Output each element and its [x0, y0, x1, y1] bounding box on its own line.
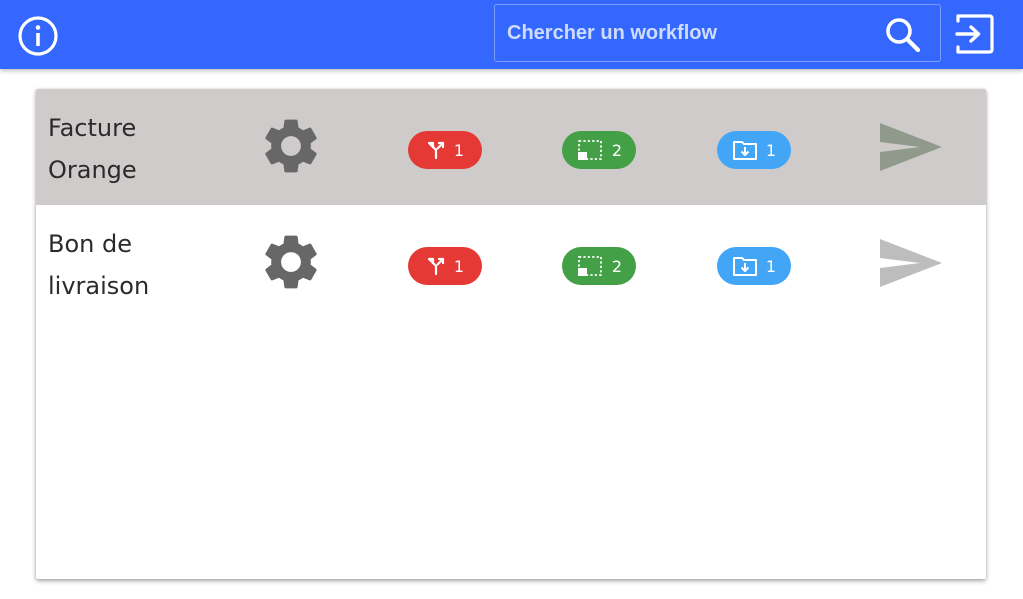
zones-chip[interactable]: 2 [562, 247, 636, 285]
top-app-bar [0, 0, 1023, 69]
selection-zone-icon [577, 140, 602, 160]
send-icon[interactable] [876, 235, 944, 291]
workflow-name: Bon de livraison [48, 230, 150, 300]
logout-button[interactable] [952, 12, 996, 56]
info-circle-icon [18, 16, 58, 56]
send-icon[interactable] [876, 119, 944, 175]
branches-count: 1 [453, 256, 465, 276]
search-button[interactable] [883, 15, 923, 55]
workflow-list: Facture Orange 1 2 1 Bon de livraison 1 … [36, 89, 986, 579]
selection-zone-icon [577, 256, 602, 276]
imports-chip[interactable]: 1 [717, 131, 791, 169]
call-split-icon [427, 257, 445, 276]
imports-chip[interactable]: 1 [717, 247, 791, 285]
branches-count: 1 [453, 140, 465, 160]
zones-count: 2 [611, 140, 623, 160]
zones-count: 2 [611, 256, 623, 276]
imports-count: 1 [765, 140, 777, 160]
folder-download-icon [732, 257, 757, 276]
zones-chip[interactable]: 2 [562, 131, 636, 169]
branches-chip[interactable]: 1 [408, 131, 482, 169]
call-split-icon [427, 141, 445, 160]
info-button[interactable] [16, 14, 60, 58]
search-box [494, 4, 941, 62]
search-input[interactable] [495, 5, 875, 61]
workflow-name: Facture Orange [48, 114, 137, 184]
gear-icon[interactable] [258, 113, 324, 179]
logout-icon [955, 14, 994, 54]
workflow-row[interactable]: Bon de livraison 1 2 1 [36, 205, 986, 321]
search-icon [886, 18, 921, 53]
workflow-row[interactable]: Facture Orange 1 2 1 [36, 89, 986, 205]
imports-count: 1 [765, 256, 777, 276]
gear-icon[interactable] [258, 229, 324, 295]
folder-download-icon [732, 141, 757, 160]
branches-chip[interactable]: 1 [408, 247, 482, 285]
